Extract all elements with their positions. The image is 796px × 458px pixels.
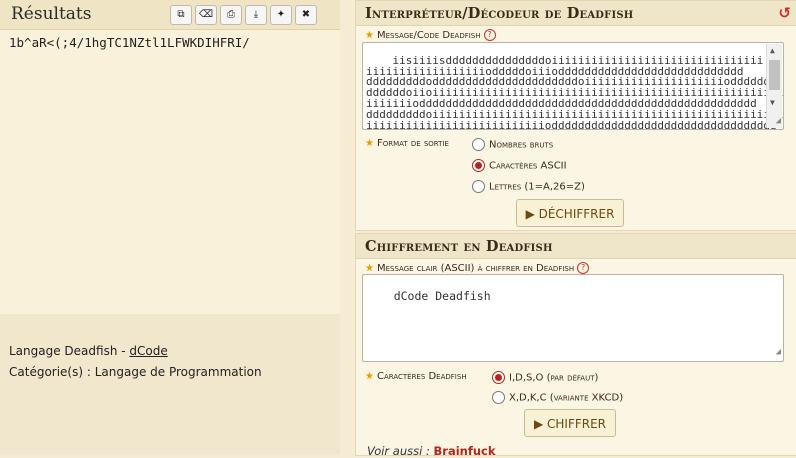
chars-option-xdkc-label: X,D,K,C (variante XKCD) — [509, 392, 624, 404]
plain-text-value: dCode Deadfish — [393, 289, 491, 303]
chars-option-idso-label: I,D,S,O (par défaut) — [509, 372, 599, 384]
scrollbar-thumb[interactable] — [769, 60, 780, 90]
encoder-header: Chiffrement en Deadfish — [356, 234, 796, 259]
code-label-text: Message/Code Deadfish — [376, 30, 481, 41]
category-line: Catégorie(s) : Langage de Programmation — [9, 365, 262, 379]
encrypt-button[interactable]: ▶ CHIFFRER — [524, 409, 616, 437]
encoder-title: Chiffrement en Deadfish — [365, 238, 553, 255]
results-toolbar: ⧉ ⌫ ⎙ ⤓ ✦ ✖ — [170, 5, 320, 25]
help-icon[interactable]: ? — [577, 262, 590, 274]
decoder-title: Interpréteur/Décodeur de Deadfish — [365, 5, 634, 22]
radio-raw[interactable] — [472, 138, 485, 151]
language-link[interactable]: dCode — [129, 344, 167, 358]
chars-option-xdkc[interactable]: X,D,K,C (variante XKCD) — [492, 391, 623, 404]
category-prefix: Catégorie(s) : — [9, 365, 95, 379]
decoder-card: Interpréteur/Décodeur de Deadfish ↺ ★ Mes… — [355, 0, 796, 231]
clear-icon[interactable]: ⌫ — [195, 5, 217, 25]
language-line: Langage Deadfish - dCode — [9, 344, 168, 358]
results-title: Résultats — [11, 4, 92, 24]
resize-grip-icon[interactable]: ◢ — [776, 346, 781, 359]
star-icon: ★ — [365, 263, 374, 274]
category-value: Langage de Programmation — [94, 365, 262, 379]
deadfish-code-textarea[interactable]: iisiiiisdddddddddddddddoiiiiiiiiiiiiiiii… — [362, 42, 784, 130]
chars-option-idso[interactable]: I,D,S,O (par défaut) — [492, 371, 598, 384]
results-output: 1b^aR<(;4/1hgTC1NZtl1LFWKDIHFRI/ — [9, 35, 250, 50]
scroll-down-icon[interactable]: ▼ — [770, 98, 775, 109]
star-icon: ★ — [365, 30, 374, 41]
panel-splitter[interactable] — [340, 0, 354, 454]
print-icon[interactable]: ⎙ — [220, 5, 242, 25]
resize-grip-icon[interactable]: ◢ — [776, 116, 781, 127]
plain-text-textarea[interactable]: dCode Deadfish ◢ — [362, 274, 784, 362]
results-footer: Langage Deadfish - dCode Catégorie(s) : … — [0, 314, 340, 454]
download-icon[interactable]: ⤓ — [245, 5, 267, 25]
pin-icon[interactable]: ✦ — [270, 5, 292, 25]
format-option-ascii[interactable]: Caractères ASCII — [472, 159, 567, 172]
radio-ascii[interactable] — [472, 159, 485, 172]
deadfish-code-text: iisiiiisdddddddddddddddoiiiiiiiiiiiiiiii… — [366, 53, 784, 130]
chars-label: ★ Caractères Deadfish — [365, 371, 467, 382]
encoder-card: Chiffrement en Deadfish ★ Message clair (… — [355, 233, 796, 458]
language-prefix: Langage Deadfish - — [9, 344, 130, 358]
star-icon: ★ — [365, 138, 374, 149]
close-icon[interactable]: ✖ — [295, 5, 317, 25]
format-option-raw-label: Nombres bruts — [489, 139, 554, 151]
star-icon: ★ — [365, 371, 374, 382]
radio-letters[interactable] — [472, 180, 485, 193]
see-also-link[interactable]: Brainfuck — [434, 444, 496, 458]
format-option-ascii-label: Caractères ASCII — [489, 160, 567, 172]
format-option-raw[interactable]: Nombres bruts — [472, 138, 553, 151]
format-option-letters-label: Lettres (1=A,26=Z) — [489, 181, 585, 193]
code-label: ★ Message/Code Deadfish? — [365, 29, 496, 41]
help-icon[interactable]: ? — [483, 29, 496, 41]
plain-label: ★ Message clair (ASCII) à chiffrer en Dea… — [365, 262, 590, 274]
see-also: Voir aussi : Brainfuck — [367, 444, 496, 458]
scroll-up-icon[interactable]: ▲ — [770, 46, 775, 57]
format-label: ★ Format de sortie — [365, 138, 449, 149]
results-panel: Résultats ⧉ ⌫ ⎙ ⤓ ✦ ✖ 1b^aR<(;4/1hgTC1NZtl1LF… — [0, 0, 340, 454]
reload-icon[interactable]: ↺ — [778, 4, 791, 22]
results-header: Résultats ⧉ ⌫ ⎙ ⤓ ✦ ✖ — [0, 0, 340, 30]
copy-icon[interactable]: ⧉ — [170, 5, 192, 25]
chars-label-text: Caractères Deadfish — [376, 371, 467, 382]
radio-xdkc[interactable] — [492, 391, 505, 404]
plain-label-text: Message clair (ASCII) à chiffrer en Dead… — [376, 263, 575, 274]
format-option-letters[interactable]: Lettres (1=A,26=Z) — [472, 180, 585, 193]
see-also-prefix: Voir aussi : — [367, 444, 434, 458]
radio-idso[interactable] — [492, 371, 505, 384]
format-label-text: Format de sortie — [376, 138, 449, 149]
decoder-header: Interpréteur/Décodeur de Deadfish ↺ — [356, 1, 796, 26]
decrypt-button[interactable]: ▶ DÉCHIFFRER — [516, 199, 624, 227]
